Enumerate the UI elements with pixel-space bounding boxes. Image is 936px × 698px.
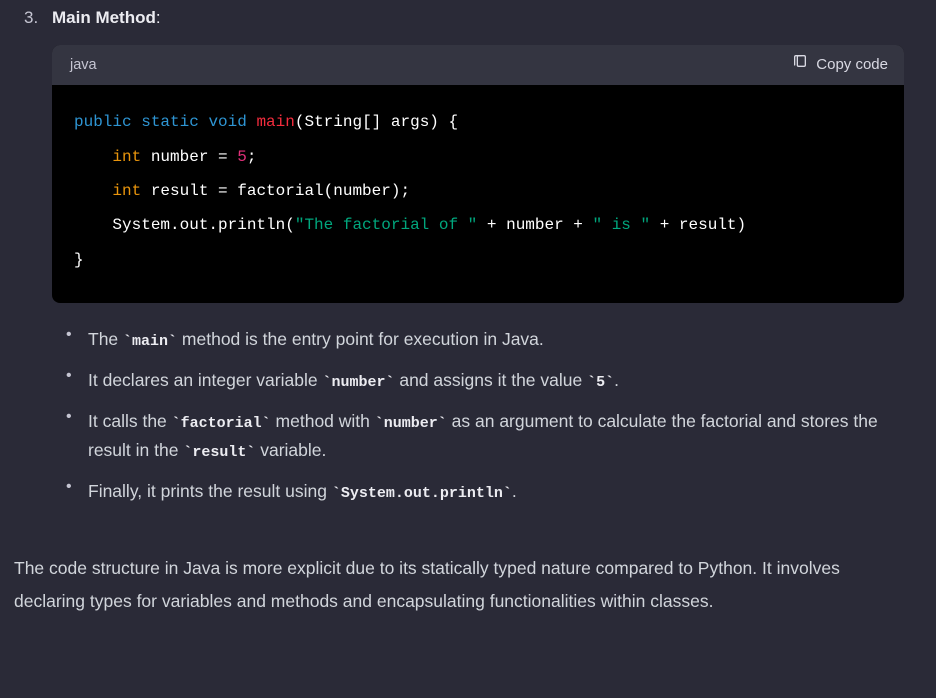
list-item-number: 3. <box>24 4 44 538</box>
list-item: It calls the `factorial` method with `nu… <box>66 407 904 465</box>
list-item: It declares an integer variable `number`… <box>66 366 904 395</box>
inline-code: `number` <box>322 374 394 391</box>
code-block: java Copy code public static void main(S… <box>52 45 904 303</box>
content-root: 3. Main Method: java Copy code <box>0 0 936 617</box>
code-block-code[interactable]: public static void main(String[] args) {… <box>52 85 904 303</box>
inline-code: `number` <box>375 415 447 432</box>
summary-paragraph: The code structure in Java is more expli… <box>14 552 904 617</box>
code-block-header: java Copy code <box>52 45 904 85</box>
copy-code-button[interactable]: Copy code <box>792 53 888 77</box>
inline-code: `factorial` <box>172 415 271 432</box>
copy-code-label: Copy code <box>816 53 888 77</box>
explanation-list: The `main` method is the entry point for… <box>52 325 904 506</box>
list-item-colon: : <box>156 8 161 27</box>
inline-code: `System.out.println` <box>332 485 512 502</box>
inline-code: `5` <box>587 374 614 391</box>
list-item-heading: Main Method <box>52 8 156 27</box>
clipboard-icon <box>792 53 808 77</box>
list-item: The `main` method is the entry point for… <box>66 325 904 354</box>
list-item-3: 3. Main Method: java Copy code <box>24 4 904 538</box>
list-item-body: Main Method: java Copy code public stati <box>52 4 904 538</box>
code-block-lang-label: java <box>70 54 97 77</box>
list-item: Finally, it prints the result using `Sys… <box>66 477 904 506</box>
inline-code: `main` <box>123 333 177 350</box>
inline-code: `result` <box>183 444 255 461</box>
